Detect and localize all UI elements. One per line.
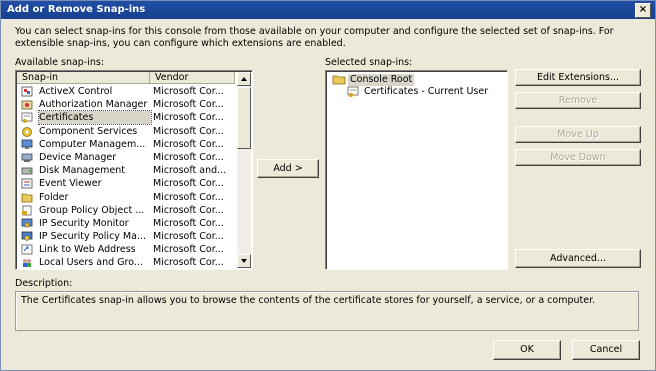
authorization-icon [21, 100, 33, 110]
edit-extensions-button[interactable]: Edit Extensions... [515, 69, 641, 86]
folder-icon [332, 75, 346, 85]
snapin-row[interactable]: Group Policy Object ... Microsoft Cor... [18, 204, 234, 217]
local-users-icon [23, 259, 31, 268]
add-remove-snapins-dialog: Add or Remove Snap-ins × You can select … [0, 0, 656, 371]
event-viewer-icon [21, 178, 33, 189]
snapin-row[interactable]: Computer Managem... Microsoft Cor... [18, 138, 234, 151]
snapin-rows: ActiveX Control Microsoft Cor... Authoriza… [18, 85, 234, 270]
arrow-up-icon [241, 77, 247, 81]
cancel-button[interactable]: Cancel [572, 340, 640, 360]
title-bar[interactable]: Add or Remove Snap-ins × [1, 1, 655, 19]
snapin-vendor: Microsoft Cor... [153, 231, 224, 243]
snapin-vendor: Microsoft Cor... [153, 86, 224, 97]
add-button[interactable]: Add > [257, 159, 319, 178]
snapin-name: Computer Managem... [39, 138, 146, 150]
component-services-icon [22, 126, 32, 137]
snapin-name: Disk Management [39, 165, 126, 177]
device-manager-icon [21, 153, 33, 162]
snapin-row[interactable]: Component Services Microsoft Cor... [18, 125, 234, 138]
selected-snapins-label: Selected snap-ins: [325, 57, 413, 68]
vertical-scrollbar[interactable] [237, 72, 251, 268]
ip-security-policy-icon [21, 231, 33, 241]
certificates-current-user-label: Certificates - Current User [364, 86, 489, 97]
snapin-row[interactable]: Disk Management Microsoft and... [18, 164, 234, 177]
remove-button[interactable]: Remove [515, 92, 641, 109]
snapin-name: IP Security Monitor [39, 217, 129, 229]
snapin-name: Component Services [39, 125, 138, 137]
snapin-vendor: Microsoft Cor... [153, 99, 224, 111]
folder-icon [21, 193, 33, 202]
scroll-up-button[interactable] [237, 72, 251, 86]
available-snapins-label: Available snap-ins: [15, 57, 105, 68]
arrow-down-icon [241, 259, 247, 263]
snapin-row[interactable]: IP Security Policy Ma... Microsoft Cor... [18, 230, 234, 243]
group-policy-icon [22, 205, 32, 216]
ok-button[interactable]: OK [493, 340, 561, 360]
snapin-row[interactable]: IP Security Monitor Microsoft Cor... [18, 217, 234, 230]
snapin-row[interactable]: Device Manager Microsoft Cor... [18, 151, 234, 164]
snapin-name: Local Users and Gro... [39, 257, 143, 269]
snapin-vendor: Microsoft Cor... [153, 138, 224, 150]
snapin-name: ActiveX Control [39, 86, 113, 97]
snapin-row[interactable]: Authorization Manager Microsoft Cor... [18, 98, 234, 111]
snapin-row[interactable]: Certificates Microsoft Cor... [18, 110, 234, 126]
selected-snapins-tree[interactable]: Console Root Certificates - Current User [325, 70, 508, 270]
snapin-row[interactable]: Local Users and Gro... Microsoft Cor... [18, 256, 234, 269]
snapin-vendor: Microsoft Cor... [153, 125, 224, 137]
snapin-name: Folder [39, 191, 69, 203]
snapin-name: Authorization Manager [39, 99, 148, 111]
column-header-vendor[interactable]: Vendor [150, 72, 235, 84]
snapin-name: IP Security Policy Ma... [39, 231, 147, 243]
snapin-vendor: Microsoft Cor... [153, 257, 224, 269]
snapin-name: Device Manager [39, 151, 117, 163]
link-icon [21, 244, 33, 255]
snapin-vendor: Microsoft Cor... [153, 217, 224, 229]
snapin-vendor: Microsoft and... [153, 165, 227, 177]
snapin-row[interactable]: ActiveX Control Microsoft Cor... [18, 85, 234, 98]
snapin-vendor: Microsoft Cor... [153, 178, 224, 190]
ip-security-monitor-icon [21, 218, 33, 228]
console-root-label: Console Root [348, 74, 415, 86]
snapin-name: Certificates [38, 110, 152, 126]
certificates-icon [347, 86, 359, 98]
snapin-name: Link to Web Address [39, 244, 136, 256]
scroll-thumb[interactable] [237, 87, 251, 149]
snapin-row[interactable]: Link to Web Address Microsoft Cor... [18, 243, 234, 256]
snapin-vendor: Microsoft Cor... [153, 244, 224, 256]
snapin-name: Group Policy Object ... [39, 204, 145, 216]
advanced-button[interactable]: Advanced... [515, 249, 641, 268]
move-up-button[interactable]: Move Up [515, 126, 641, 143]
snapin-vendor: Microsoft Cor... [153, 151, 224, 163]
description-box: The Certificates snap-in allows you to b… [15, 291, 639, 331]
snapin-row[interactable]: Event Viewer Microsoft Cor... [18, 177, 234, 190]
snapin-vendor: Microsoft Cor... [153, 204, 224, 216]
computer-management-icon [21, 139, 33, 149]
intro-text: You can select snap-ins for this console… [15, 26, 614, 49]
certificates-icon [21, 112, 33, 124]
activex-icon [21, 86, 33, 97]
available-snapins-list[interactable]: Snap-in Vendor ActiveX Control Microsoft … [15, 70, 253, 270]
snapin-row[interactable]: Folder Microsoft Cor... [18, 191, 234, 204]
window-title: Add or Remove Snap-ins [7, 4, 146, 15]
close-button[interactable]: × [635, 3, 651, 18]
description-label: Description: [15, 278, 73, 289]
disk-management-icon [21, 167, 33, 175]
scroll-down-button[interactable] [237, 254, 251, 268]
move-down-button[interactable]: Move Down [515, 149, 641, 166]
snapin-vendor: Microsoft Cor... [153, 191, 224, 203]
snapin-name: Event Viewer [39, 178, 102, 190]
column-header-snapin[interactable]: Snap-in [17, 72, 150, 84]
snapin-vendor: Microsoft Cor... [153, 112, 224, 124]
